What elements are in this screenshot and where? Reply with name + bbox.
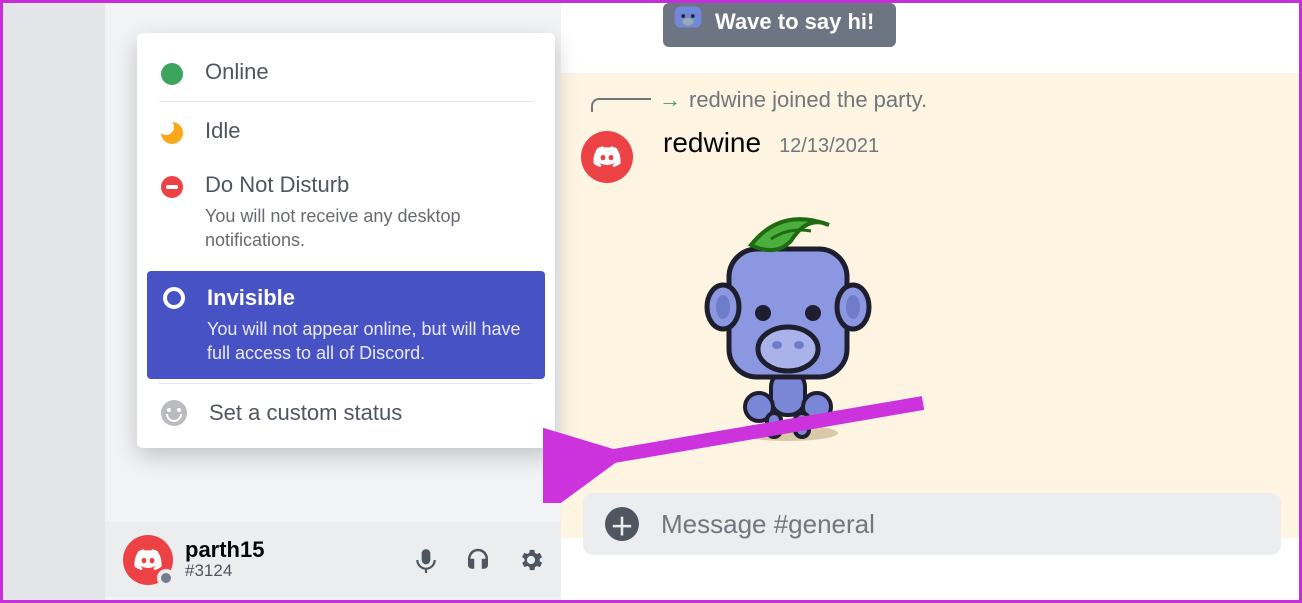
- wave-label: Wave to say hi!: [715, 9, 874, 35]
- status-sublabel: You will not appear online, but will hav…: [207, 317, 529, 366]
- status-popover: Online Idle Do Not Disturb You will not …: [137, 33, 555, 448]
- system-join-message: → redwine joined the party.: [591, 87, 927, 113]
- system-join-text: redwine joined the party.: [689, 87, 927, 113]
- separator: [159, 101, 533, 102]
- set-custom-status[interactable]: Set a custom status: [141, 386, 551, 440]
- message-timestamp: 12/13/2021: [779, 135, 879, 158]
- online-icon: [161, 63, 183, 85]
- invisible-icon: [163, 287, 185, 309]
- status-label: Set a custom status: [209, 400, 402, 426]
- message-input[interactable]: ＋ Message #general: [583, 493, 1281, 555]
- user-panel: parth15 #3124: [105, 522, 561, 597]
- server-gutter: [3, 3, 105, 600]
- status-option-idle[interactable]: Idle: [141, 104, 551, 158]
- user-avatar[interactable]: [123, 535, 173, 585]
- user-status-indicator: [157, 569, 175, 587]
- wumpus-mini-icon: [669, 0, 707, 35]
- status-label: Do Not Disturb: [205, 172, 531, 198]
- message-header: redwine 12/13/2021: [663, 127, 879, 159]
- reply-line: [591, 98, 651, 112]
- user-discriminator: #3124: [185, 562, 264, 581]
- status-option-online[interactable]: Online: [141, 45, 551, 99]
- message-avatar[interactable]: [581, 131, 633, 183]
- status-label: Invisible: [207, 285, 529, 311]
- discord-logo-icon: [134, 549, 162, 571]
- message-input-placeholder: Message #general: [661, 509, 875, 540]
- status-label: Online: [205, 59, 269, 85]
- status-sublabel: You will not receive any desktop notific…: [205, 204, 531, 253]
- deafen-icon[interactable]: [463, 545, 493, 575]
- message-author[interactable]: redwine: [663, 127, 761, 159]
- idle-icon: [161, 122, 183, 144]
- dnd-icon: [161, 176, 183, 198]
- status-option-dnd[interactable]: Do Not Disturb You will not receive any …: [141, 158, 551, 267]
- separator: [159, 383, 533, 384]
- discord-logo-icon: [593, 146, 621, 168]
- join-arrow-icon: →: [659, 87, 681, 113]
- settings-icon[interactable]: [517, 546, 545, 574]
- user-name: parth15: [185, 538, 264, 562]
- wumpus-sticker: [701, 201, 875, 445]
- attach-button[interactable]: ＋: [605, 507, 639, 541]
- mute-icon[interactable]: [413, 547, 439, 573]
- status-label: Idle: [205, 118, 240, 144]
- wave-to-say-hi-button[interactable]: Wave to say hi!: [663, 3, 896, 47]
- emoji-icon: [161, 400, 187, 426]
- status-option-invisible[interactable]: Invisible You will not appear online, bu…: [147, 271, 545, 380]
